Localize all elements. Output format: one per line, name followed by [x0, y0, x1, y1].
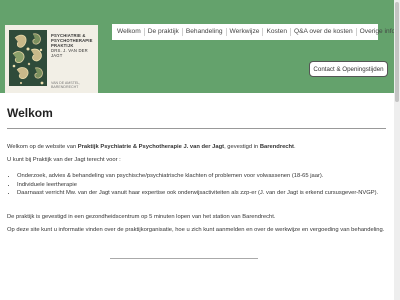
- logo-line-4: DRS. J. VAN DER JAGT: [51, 48, 88, 58]
- list-item: Daarnaast verricht Mw. van der Jagt vanu…: [17, 189, 378, 198]
- footer-divider: [110, 258, 258, 259]
- nav-item-kosten[interactable]: Kosten: [263, 28, 291, 36]
- intro-end: .: [294, 144, 296, 150]
- practice-name: Praktijk Psychiatrie & Psychotherapie J.…: [77, 144, 225, 150]
- nav-item-behandeling[interactable]: Behandeling: [183, 28, 227, 36]
- page-title: Welkom: [7, 106, 53, 120]
- nav-item-werkwijze[interactable]: Werkwijze: [227, 28, 264, 36]
- practice-city: Barendrecht: [259, 144, 294, 150]
- closing-paragraph: Op deze site kunt u informatie vinden ov…: [7, 227, 385, 233]
- practice-logo[interactable]: PSYCHIATRIE & PSYCHOTHERAPIE PRAKTIJK DR…: [5, 25, 98, 93]
- services-list: Onderzoek, advies & behandeling van psyc…: [7, 172, 378, 198]
- intro-prefix: Welkom op de website van: [7, 144, 78, 150]
- paisley-pattern-icon: [9, 30, 47, 86]
- scrollbar-thumb[interactable]: [395, 2, 399, 102]
- intro-mid: , gevestigd in: [224, 144, 260, 150]
- nav-item-welkom[interactable]: Welkom: [114, 28, 145, 36]
- main-navigation: Welkom De praktijk Behandeling Werkwijze…: [112, 24, 400, 40]
- list-item: Individuele leertherapie: [17, 181, 378, 190]
- title-divider: [7, 128, 386, 129]
- nav-item-de-praktijk[interactable]: De praktijk: [145, 28, 183, 36]
- list-intro: U kunt bij Praktijk van der Jagt terecht…: [7, 157, 121, 163]
- location-paragraph: De praktijk is gevestigd in een gezondhe…: [7, 214, 276, 220]
- intro-paragraph: Welkom op de website van Praktijk Psychi…: [7, 144, 296, 150]
- nav-item-qa-kosten[interactable]: Q&A over de kosten: [291, 28, 357, 36]
- logo-text: PSYCHIATRIE & PSYCHOTHERAPIE PRAKTIJK DR…: [51, 33, 98, 58]
- header-banner: PSYCHIATRIE & PSYCHOTHERAPIE PRAKTIJK DR…: [0, 0, 400, 93]
- contact-openingstijden-button[interactable]: Contact & Openingstijden: [309, 61, 388, 77]
- logo-caption: VAN DE AMSTEL, BARENDRECHT: [51, 81, 81, 89]
- list-item: Onderzoek, advies & behandeling van psyc…: [17, 172, 378, 181]
